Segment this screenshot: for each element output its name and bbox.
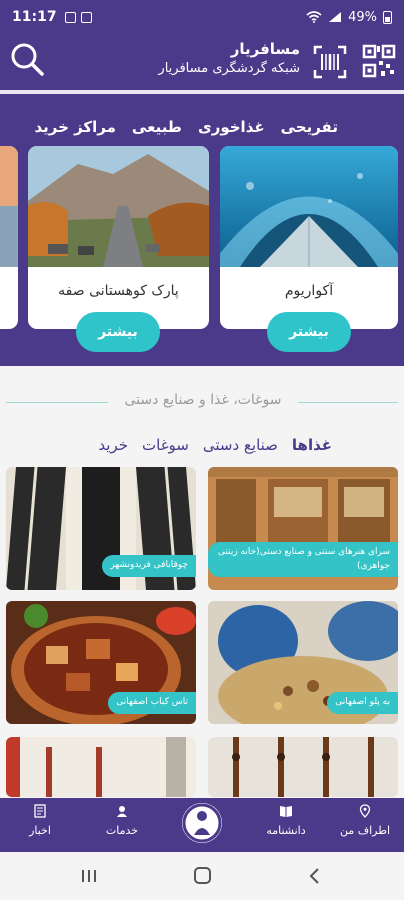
home-icon[interactable] — [194, 867, 211, 884]
wifi-icon — [306, 11, 322, 23]
header-titles: مسافریار شبکه گردشگری مسافریار — [158, 40, 300, 76]
more-button[interactable]: بیشتر — [267, 312, 351, 352]
loom-image — [6, 737, 196, 797]
place-card-aquarium[interactable]: آکواریوم — [220, 146, 398, 329]
place-card-partial[interactable] — [0, 146, 18, 329]
place-image — [0, 146, 18, 267]
nav-label: دانشنامه — [266, 824, 306, 837]
souvenir-tabs: غذاها صنایع دستی سوغات خرید — [98, 436, 332, 454]
nav-encyclopedia[interactable]: دانشنامه — [250, 804, 322, 837]
app-header: مسافریار شبکه گردشگری مسافریار — [0, 34, 404, 90]
nav-news[interactable]: اخبار — [14, 804, 66, 837]
search-button[interactable] — [8, 40, 48, 80]
qr-code-icon — [362, 44, 396, 78]
message-icon — [80, 11, 92, 23]
souvenir-card[interactable]: به پلو اصفهانی — [208, 601, 398, 724]
tab-foods[interactable]: غذاها — [292, 436, 332, 454]
tab-handicrafts[interactable]: صنایع دستی — [203, 436, 278, 454]
signal-icon — [329, 12, 342, 22]
back-icon[interactable] — [309, 868, 319, 884]
souvenir-label: تاس کباب اصفهانی — [108, 692, 196, 714]
search-icon — [11, 43, 44, 76]
news-icon — [34, 804, 46, 818]
souvenir-label: به پلو اصفهانی — [327, 692, 398, 714]
status-time: 11:17 — [12, 9, 57, 25]
souvenir-card[interactable] — [208, 737, 398, 797]
souvenir-label: چوقابافی فریدونشهر — [102, 555, 196, 577]
tab-nature[interactable]: طبیعی — [132, 118, 182, 136]
tab-shopping[interactable]: خرید — [98, 436, 128, 454]
battery-percent: 49% — [348, 9, 377, 25]
system-navigation-bar — [0, 852, 404, 900]
heading-line — [6, 402, 108, 403]
place-card-soffeh-park[interactable]: پارک کوهستانی صفه — [28, 146, 209, 329]
section-title: سوغات، غذا و صنایع دستی — [124, 392, 282, 408]
book-icon — [280, 806, 292, 817]
status-bar: 11:17 49% — [0, 0, 404, 34]
app-logo-icon — [182, 803, 222, 843]
app-title: مسافریار — [230, 40, 300, 58]
app-subtitle: شبکه گردشگری مسافریار — [158, 61, 300, 76]
instruments-image — [208, 737, 398, 797]
mountain-park-image — [28, 146, 209, 267]
more-button[interactable]: بیشتر — [76, 312, 160, 352]
souvenir-card[interactable]: تاس کباب اصفهانی — [6, 601, 196, 724]
system-nav-icons — [82, 867, 319, 884]
bottom-nav: اطراف من دانشنامه خدمات اخبار — [0, 798, 404, 852]
souvenir-card[interactable]: چوقابافی فریدونشهر — [6, 467, 196, 590]
nav-home-logo[interactable] — [182, 803, 222, 843]
tab-restaurants[interactable]: غذاخوری — [198, 118, 265, 136]
qr-scanner-icon — [313, 45, 347, 79]
tab-shopping-centers[interactable]: مراکز خرید — [34, 118, 115, 136]
souvenirs-heading: سوغات، غذا و صنایع دستی — [0, 392, 404, 412]
qr-code-button[interactable] — [362, 44, 396, 78]
qr-scan-button[interactable] — [312, 44, 348, 80]
aquarium-image — [220, 146, 398, 267]
place-title: آکواریوم — [284, 283, 334, 299]
nav-around-me[interactable]: اطراف من — [332, 804, 398, 837]
tab-souvenirs[interactable]: سوغات — [142, 436, 189, 454]
souvenir-card[interactable]: سرای هنرهای سنتی و صنایع دستی(خانه زینتی… — [208, 467, 398, 590]
places-section: تفریحی غذاخوری طبیعی مراکز خرید آکواریوم — [0, 94, 404, 366]
battery-icon — [383, 10, 392, 24]
notification-icons — [64, 11, 92, 23]
gallery-icon — [64, 11, 76, 23]
place-title: پارک کوهستانی صفه — [58, 283, 179, 299]
nav-label: خدمات — [105, 824, 139, 837]
location-pin-icon — [359, 804, 371, 818]
category-tabs: تفریحی غذاخوری طبیعی مراکز خرید — [34, 118, 338, 136]
recent-apps-icon[interactable] — [82, 870, 96, 882]
nav-services[interactable]: خدمات — [92, 804, 152, 837]
heading-line — [298, 402, 398, 403]
souvenir-label: سرای هنرهای سنتی و صنایع دستی(خانه زینتی… — [208, 542, 398, 577]
nav-label: اخبار — [29, 824, 51, 837]
tab-recreational[interactable]: تفریحی — [281, 118, 338, 136]
nav-label: اطراف من — [339, 824, 391, 837]
services-icon — [117, 806, 127, 817]
souvenir-card[interactable] — [6, 737, 196, 797]
